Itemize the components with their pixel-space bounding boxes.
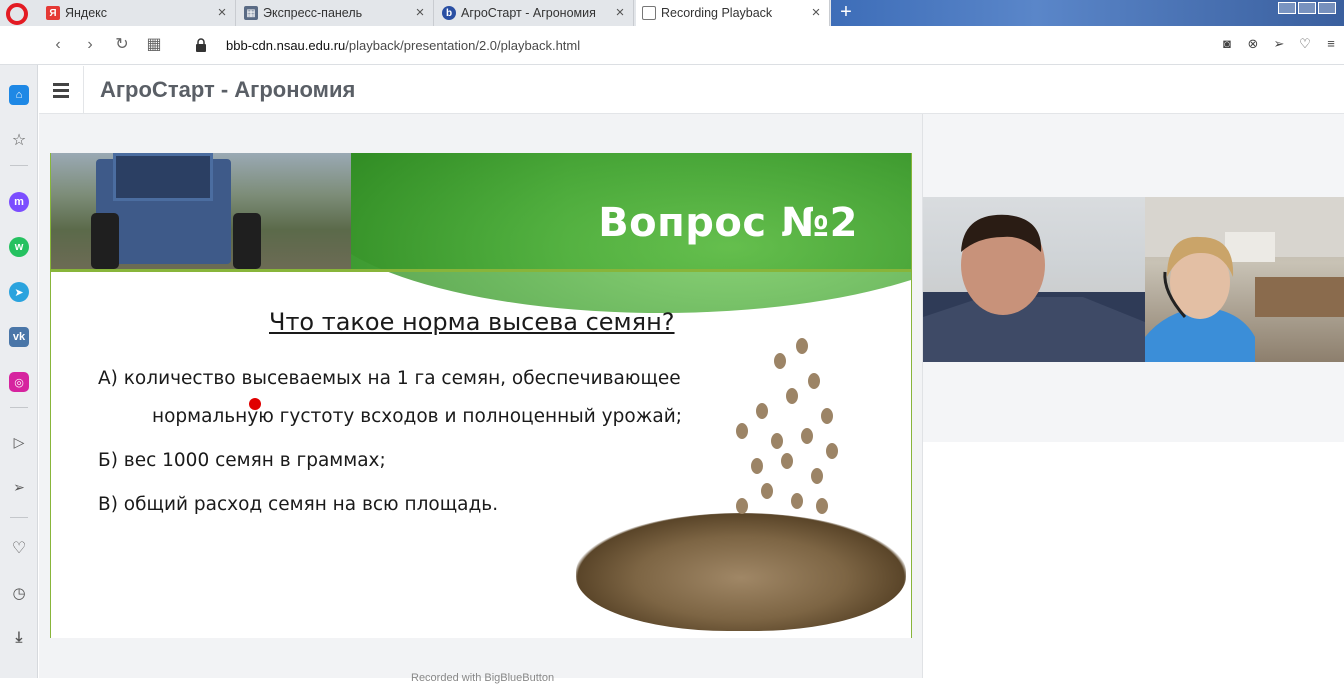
- opera-sidebar: ⌂ ☆ m w ➤ vk ◎ ▷ ➢ ♡ ◷ ⤓: [0, 65, 38, 678]
- tractor-image: [51, 153, 351, 271]
- app-header: АгроСтарт - Агрономия: [39, 66, 1344, 114]
- yandex-icon: Я: [46, 6, 60, 20]
- close-icon[interactable]: ×: [215, 5, 229, 20]
- hamburger-menu-button[interactable]: [39, 66, 84, 113]
- send-icon[interactable]: ➢: [1272, 37, 1286, 51]
- page-title: АгроСтарт - Агрономия: [100, 77, 356, 102]
- seeds-image: [576, 333, 911, 638]
- lock-icon[interactable]: [196, 38, 206, 52]
- heart-icon[interactable]: ♡: [9, 538, 29, 558]
- vk-icon[interactable]: vk: [9, 327, 29, 347]
- camera-icon[interactable]: ◙: [1220, 37, 1234, 51]
- window-controls: [1278, 2, 1336, 14]
- tab-bar: Я Яндекс × ▦ Экспресс-панель × b АгроСта…: [0, 0, 1344, 26]
- slide-question: Что такое норма высева семян?: [269, 308, 675, 336]
- heart-icon[interactable]: ♡: [1298, 37, 1312, 51]
- home-icon[interactable]: ⌂: [9, 85, 29, 105]
- presentation-slide: Вопрос №2 Что такое норма высева семян? …: [50, 153, 912, 638]
- star-icon[interactable]: ☆: [9, 130, 29, 150]
- answer-c: В) общий расход семян на всю площадь.: [98, 494, 499, 515]
- right-panel: [922, 114, 1344, 678]
- tab-speed-dial[interactable]: ▦ Экспресс-панель ×: [238, 0, 434, 26]
- whatsapp-icon[interactable]: w: [9, 237, 29, 257]
- reload-button[interactable]: ↻: [112, 35, 132, 55]
- slide-banner: Вопрос №2: [51, 153, 911, 313]
- messenger-icon[interactable]: m: [9, 192, 29, 212]
- maximize-button[interactable]: [1298, 2, 1316, 14]
- instagram-icon[interactable]: ◎: [9, 372, 29, 392]
- forward-button[interactable]: ›: [80, 35, 100, 55]
- close-icon[interactable]: ×: [809, 5, 823, 20]
- url-domain: bbb-cdn.nsau.edu.ru: [226, 38, 346, 53]
- tabs-grid-icon[interactable]: ▦: [144, 35, 164, 55]
- url-path: /playback/presentation/2.0/playback.html: [345, 38, 581, 53]
- opera-menu-icon[interactable]: [6, 3, 28, 25]
- close-icon[interactable]: ×: [613, 5, 627, 20]
- answer-b: Б) вес 1000 семян в граммах;: [98, 450, 386, 471]
- bigbluebutton-icon: b: [442, 6, 456, 20]
- menu-icon[interactable]: ≡: [1324, 37, 1338, 51]
- close-window-button[interactable]: [1318, 2, 1336, 14]
- presentation-area: Вопрос №2 Что такое норма высева семян? …: [39, 114, 922, 684]
- recorded-with-footer: Recorded with BigBlueButton: [411, 672, 555, 684]
- tab-agrostart[interactable]: b АгроСтарт - Агрономия ×: [436, 0, 634, 26]
- document-icon: [642, 6, 656, 20]
- tab-yandex[interactable]: Я Яндекс ×: [40, 0, 236, 26]
- adblock-icon[interactable]: ⊗: [1246, 37, 1260, 51]
- close-icon[interactable]: ×: [413, 5, 427, 20]
- webcam-strip: [923, 197, 1344, 362]
- player-icon[interactable]: ▷: [9, 432, 29, 452]
- download-icon[interactable]: ⤓: [9, 627, 29, 647]
- url-field[interactable]: bbb-cdn.nsau.edu.ru/playback/presentatio…: [226, 38, 580, 53]
- webcam-video-presenter: [923, 197, 1145, 362]
- send-icon[interactable]: ➢: [9, 477, 29, 497]
- back-button[interactable]: ‹: [48, 35, 68, 55]
- address-bar: ‹ › ↻ ▦ bbb-cdn.nsau.edu.ru/playback/pre…: [0, 26, 1344, 65]
- slide-heading: Вопрос №2: [598, 200, 858, 246]
- telegram-icon[interactable]: ➤: [9, 282, 29, 302]
- address-bar-actions: ◙ ⊗ ➢ ♡ ≡: [1220, 37, 1338, 51]
- new-tab-button[interactable]: +: [834, 0, 858, 26]
- history-icon[interactable]: ◷: [9, 583, 29, 603]
- minimize-button[interactable]: [1278, 2, 1296, 14]
- tab-recording-playback[interactable]: Recording Playback ×: [636, 0, 830, 26]
- webcam-video-participant: [1145, 197, 1344, 362]
- speed-dial-icon: ▦: [244, 6, 258, 20]
- presentation-pointer: [249, 398, 261, 410]
- tab-strip-background: [831, 0, 1344, 26]
